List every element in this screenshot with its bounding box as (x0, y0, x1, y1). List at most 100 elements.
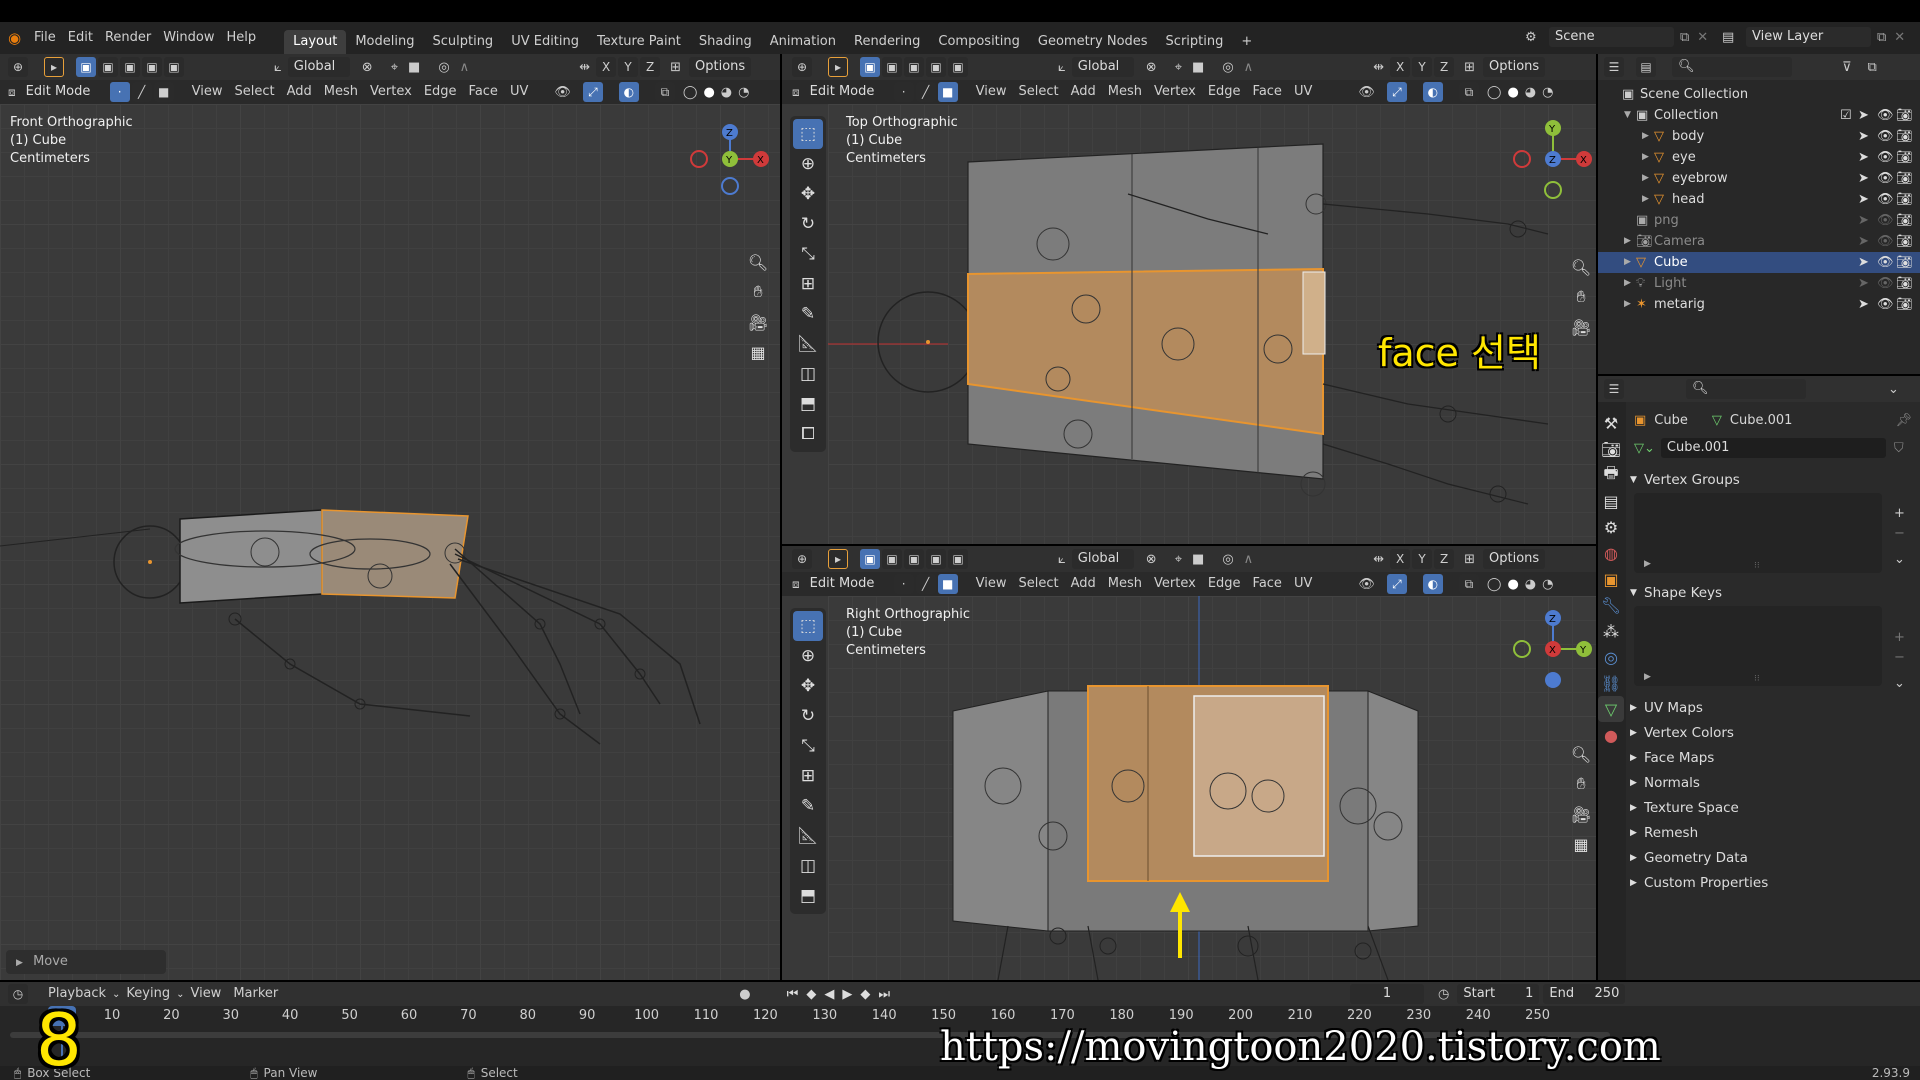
remove-scene-icon[interactable]: ✕ (1697, 30, 1708, 45)
auto-merge-icon[interactable]: ⊞ (670, 60, 681, 75)
visibility-eye-icon[interactable]: 👁 (1877, 147, 1894, 168)
falloff-icon[interactable]: ∧ (1244, 552, 1254, 567)
world-tab-icon[interactable]: ◍ (1598, 540, 1624, 566)
expand-arrow-icon[interactable]: ▶ (1642, 168, 1654, 189)
material-shading-icon[interactable]: ◕ (1525, 577, 1536, 592)
outliner-item-metarig[interactable]: ▶ ✶ metarig ➤ 👁 📷︎ (1598, 294, 1920, 315)
select-extend-icon[interactable]: ▣ (882, 549, 902, 569)
tab-sculpting[interactable]: Sculpting (423, 30, 502, 54)
select-box-tool-icon[interactable]: ⬚ (793, 119, 823, 149)
expand-arrow-icon[interactable]: ▶ (1624, 252, 1636, 273)
view-layer-field[interactable]: View Layer (1746, 27, 1871, 47)
physics-tab-icon[interactable]: ◎ (1598, 644, 1624, 670)
menu-add[interactable]: Add (1065, 573, 1102, 595)
menu-uv[interactable]: UV (504, 81, 534, 103)
menu-file[interactable]: File (28, 27, 62, 49)
face-select-icon[interactable]: ■ (937, 574, 958, 594)
render-camera-icon[interactable]: 📷︎ (1896, 294, 1913, 315)
navigation-gizmo[interactable]: Z X Y (685, 114, 775, 204)
auto-merge-icon[interactable]: ⊞ (1464, 60, 1475, 75)
select-tool-icon[interactable]: ▸ (828, 549, 848, 569)
menu-view[interactable]: View (970, 81, 1013, 103)
menu-mesh[interactable]: Mesh (1102, 81, 1148, 103)
ortho-toggle-icon[interactable]: ▦ (745, 339, 771, 365)
solid-shading-icon[interactable]: ● (1507, 577, 1518, 592)
move-tool-icon[interactable]: ✥ (793, 671, 823, 701)
material-shading-icon[interactable]: ◕ (1525, 85, 1536, 100)
menu-face[interactable]: Face (1247, 573, 1288, 595)
vertex-groups-list[interactable]: ▶ ⁝⁝ (1634, 493, 1882, 573)
new-collection-icon[interactable]: ⧉ (1868, 60, 1877, 75)
material-tab-icon[interactable]: ● (1598, 722, 1624, 748)
play-reverse-icon[interactable]: ◀ (824, 987, 834, 1002)
overlay-toggle-icon[interactable]: ◐ (1422, 82, 1443, 102)
viewport-canvas-right[interactable]: Right Orthographic (1) Cube Centimeters (828, 596, 1596, 980)
pin-icon[interactable]: 📌︎ (1895, 413, 1912, 428)
render-camera-icon[interactable]: 📷︎ (1896, 231, 1913, 252)
blender-logo-icon[interactable]: ◉ (8, 29, 28, 47)
expand-arrow-icon[interactable]: ▶ (1624, 231, 1636, 252)
selectable-icon[interactable]: ➤ (1858, 126, 1869, 147)
tab-compositing[interactable]: Compositing (929, 30, 1029, 54)
start-frame-field[interactable]: Start 1 (1457, 984, 1540, 1004)
selectable-icon[interactable]: ➤ (1858, 294, 1869, 315)
outliner-item-light[interactable]: ▶ 💡︎ Light ➤ 👁 📷︎ (1598, 273, 1920, 294)
tab-geometry-nodes[interactable]: Geometry Nodes (1029, 30, 1157, 54)
menu-marker[interactable]: Marker (227, 983, 284, 1005)
axis-z-toggle[interactable]: Z (1434, 549, 1455, 569)
solid-shading-icon[interactable]: ● (1507, 85, 1518, 100)
cursor-tool-icon[interactable]: ⊕ (793, 641, 823, 671)
viewport-right[interactable]: ⊕ ▸ ▣ ▣ ▣ ▣ ▣ ⟀ Global ⊗ ⌖ ■ ◎ ∧ ⇹ X Y Z… (782, 546, 1596, 980)
menu-add[interactable]: Add (281, 81, 318, 103)
output-tab-icon[interactable]: 🖶 (1598, 462, 1624, 488)
mirror-icon[interactable]: ⇹ (579, 60, 590, 75)
selectable-icon[interactable]: ➤ (1858, 231, 1869, 252)
last-operation-panel[interactable]: ▶ Move (6, 950, 166, 974)
select-intersect-icon[interactable]: ▣ (164, 57, 184, 77)
select-intersect-icon[interactable]: ▣ (948, 549, 968, 569)
list-expand-icon[interactable]: ▶ (1644, 559, 1651, 569)
tab-shading[interactable]: Shading (690, 30, 761, 54)
rendered-shading-icon[interactable]: ◔ (1542, 85, 1553, 100)
outliner-scene-collection[interactable]: ▣ Scene Collection (1598, 84, 1920, 105)
axis-x-toggle[interactable]: X (1390, 549, 1411, 569)
menu-edit[interactable]: Edit (62, 27, 99, 49)
current-frame-field[interactable]: 1 (1350, 984, 1425, 1004)
selectable-icon[interactable]: ➤ (1858, 147, 1869, 168)
vertex-select-icon[interactable]: · (893, 82, 914, 102)
cursor-tool-icon[interactable]: ⊕ (793, 149, 823, 179)
shape-key-menu-button[interactable]: ⌄ (1894, 676, 1905, 691)
extrude-tool-icon[interactable]: ⬒ (793, 881, 823, 911)
wireframe-shading-icon[interactable]: ◯ (1487, 85, 1502, 100)
zoom-icon[interactable]: 🔍︎ (1568, 741, 1594, 767)
mirror-icon[interactable]: ⇹ (1373, 60, 1384, 75)
menu-render[interactable]: Render (99, 27, 157, 49)
visibility-eye-icon[interactable]: 👁 (1877, 273, 1894, 294)
edge-select-icon[interactable]: ╱ (131, 82, 152, 102)
scene-icon[interactable]: ⚙ (1525, 30, 1549, 45)
material-shading-icon[interactable]: ◕ (721, 85, 732, 100)
shape-keys-list[interactable]: ▶ ⁝⁝ (1634, 606, 1882, 686)
fake-user-icon[interactable]: ⛉ (1894, 441, 1904, 456)
list-expand-icon[interactable]: ▶ (1644, 672, 1651, 682)
tab-animation[interactable]: Animation (761, 30, 845, 54)
scene-name-field[interactable]: Scene (1549, 27, 1674, 47)
orientation-dropdown[interactable]: Global (1071, 549, 1134, 569)
menu-edge[interactable]: Edge (1202, 573, 1247, 595)
xray-toggle-icon[interactable]: ⧉ (1458, 574, 1479, 594)
expand-arrow-icon[interactable]: ▶ (1624, 273, 1636, 294)
auto-merge-icon[interactable]: ⊞ (1464, 552, 1475, 567)
menu-add[interactable]: Add (1065, 81, 1102, 103)
menu-mesh[interactable]: Mesh (318, 81, 364, 103)
scale-tool-icon[interactable]: ⤡ (793, 239, 823, 269)
select-subtract-icon[interactable]: ▣ (904, 549, 924, 569)
wireframe-shading-icon[interactable]: ◯ (683, 85, 698, 100)
xray-toggle-icon[interactable]: ⧉ (1458, 82, 1479, 102)
orientation-dropdown[interactable]: Global (287, 57, 350, 77)
outliner-editor-icon[interactable]: ☰ (1604, 57, 1624, 77)
snap-icon[interactable]: ⌖ (1175, 60, 1182, 75)
menu-view[interactable]: View (184, 983, 227, 1005)
edge-select-icon[interactable]: ╱ (915, 82, 936, 102)
ortho-toggle-icon[interactable]: ▦ (1568, 831, 1594, 857)
outliner-item-cube[interactable]: ▶ ▽ Cube ➤ 👁 📷︎ (1598, 252, 1920, 273)
